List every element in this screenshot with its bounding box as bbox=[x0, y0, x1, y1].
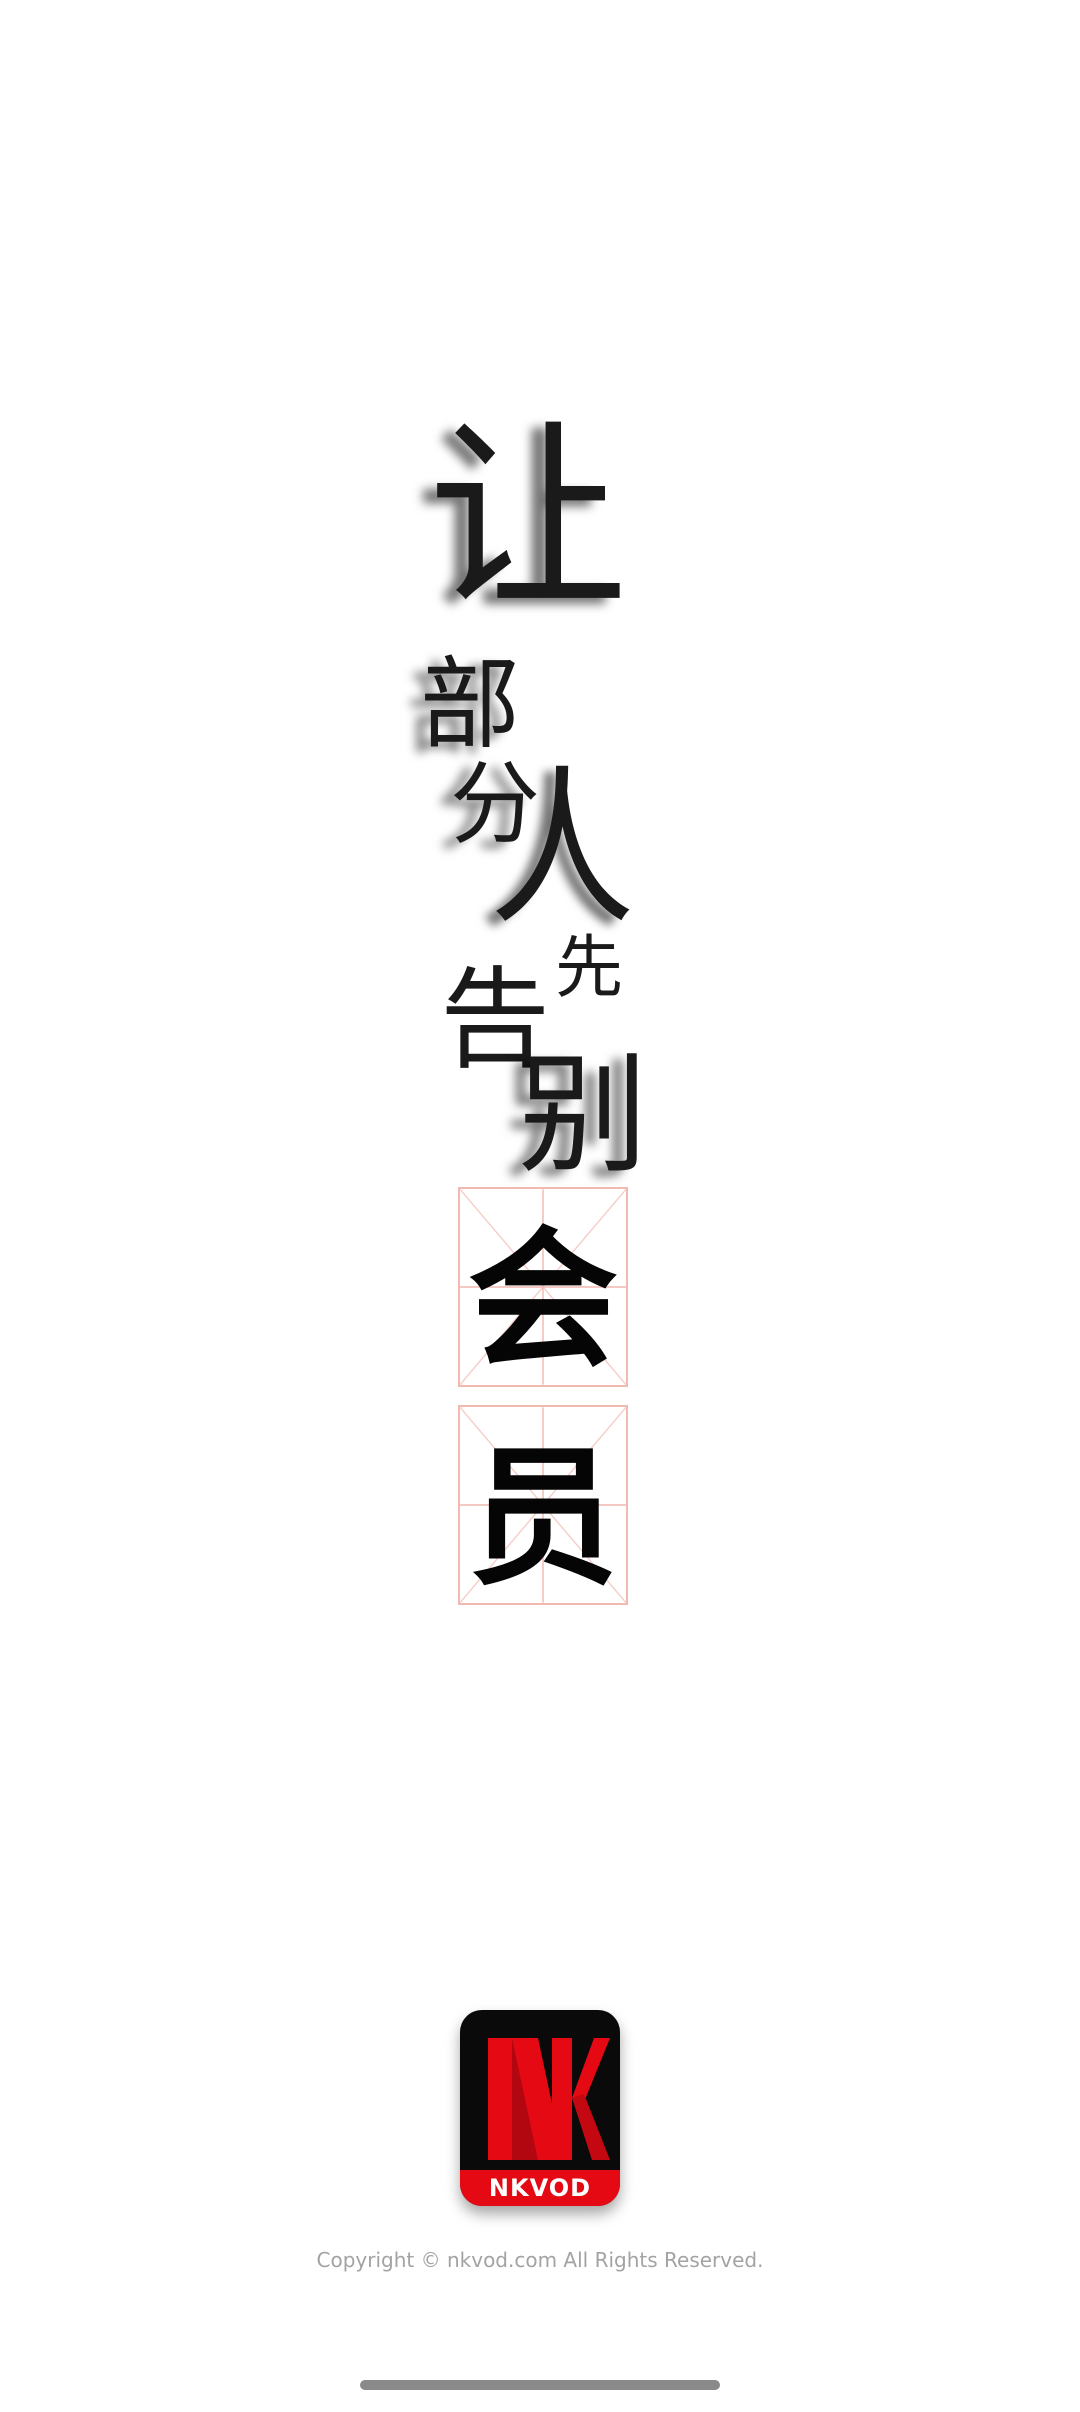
splash-screen: 让 部 分 人 先 告 别 会 员 NKVOD Copyright © nkvo… bbox=[0, 0, 1080, 2412]
copyright-text: Copyright © nkvod.com All Rights Reserve… bbox=[316, 2248, 764, 2272]
slogan-highlight-box-hui: 会 bbox=[458, 1187, 628, 1387]
slogan-char-yuan: 员 bbox=[467, 1431, 618, 1605]
slogan-char-rang: 让 bbox=[428, 403, 629, 636]
logo-label: NKVOD bbox=[460, 2170, 620, 2206]
slogan-char-hui: 会 bbox=[467, 1213, 618, 1387]
home-indicator[interactable] bbox=[360, 2380, 720, 2390]
slogan-char-bie: 别 bbox=[518, 1039, 649, 1191]
slogan-highlight-box-yuan: 员 bbox=[458, 1405, 628, 1605]
app-logo: NKVOD bbox=[460, 2010, 620, 2206]
slogan-char-xian: 先 bbox=[555, 929, 624, 1008]
slogan-char-ren: 人 bbox=[490, 751, 635, 949]
slogan-char-bu: 部 bbox=[420, 646, 520, 763]
nk-logo-mark-icon bbox=[488, 2038, 610, 2160]
